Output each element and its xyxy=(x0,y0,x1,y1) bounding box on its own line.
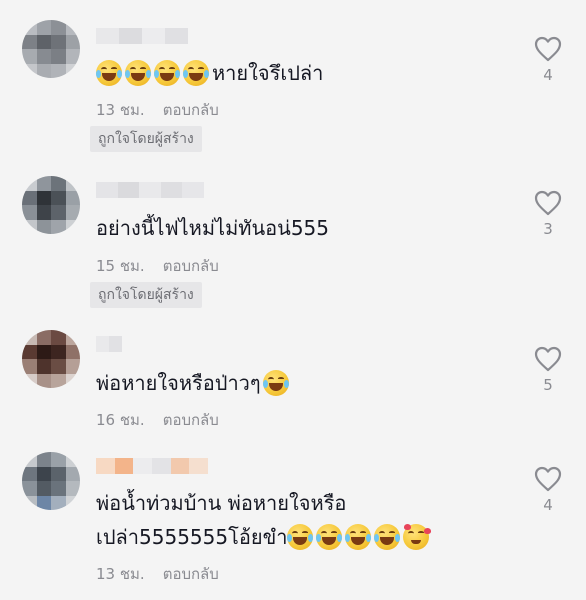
heart-outline-icon xyxy=(534,466,562,492)
liked-by-creator-badge: ถูกใจโดยผู้สร้าง xyxy=(90,126,202,152)
reply-button[interactable]: ตอบกลับ xyxy=(163,411,219,429)
comment-text: เปล่า5555555โอ้ยขำ xyxy=(96,522,432,552)
heart-outline-icon xyxy=(534,36,562,62)
avatar[interactable] xyxy=(22,452,80,510)
reply-button[interactable]: ตอบกลับ xyxy=(163,101,219,119)
reply-button[interactable]: ตอบกลับ xyxy=(163,257,219,275)
like-count: 4 xyxy=(543,496,553,514)
username-blurred[interactable] xyxy=(96,182,204,198)
face-with-tears-of-joy-icon xyxy=(345,524,372,550)
like-count: 4 xyxy=(543,66,553,84)
comment-time: 13 ชม. xyxy=(96,565,145,583)
username-blurred[interactable] xyxy=(96,28,188,44)
like-button[interactable]: 4 xyxy=(532,466,564,514)
liked-by-creator-badge: ถูกใจโดยผู้สร้าง xyxy=(90,282,202,308)
face-with-tears-of-joy-icon xyxy=(316,524,343,550)
comment-meta: 13 ชม. ตอบกลับ xyxy=(96,98,219,122)
comment-meta: 15 ชม. ตอบกลับ xyxy=(96,254,219,278)
comment-time: 15 ชม. xyxy=(96,257,145,275)
face-with-tears-of-joy-icon xyxy=(125,60,151,86)
heart-outline-icon xyxy=(534,190,562,216)
like-count: 3 xyxy=(543,220,553,238)
face-with-tears-of-joy-icon xyxy=(262,370,289,396)
comment-time: 13 ชม. xyxy=(96,101,145,119)
avatar[interactable] xyxy=(22,20,80,78)
comment-time: 16 ชม. xyxy=(96,411,145,429)
smiling-face-with-hearts-icon xyxy=(403,524,432,550)
comment-text-line2: เปล่า5555555โอ้ยขำ xyxy=(96,525,288,549)
comment-text-line1: พ่อน้ำท่วมบ้าน พ่อหายใจหรือ xyxy=(96,491,347,515)
face-with-tears-of-joy-icon xyxy=(287,524,314,550)
like-button[interactable]: 3 xyxy=(532,190,564,238)
avatar[interactable] xyxy=(22,176,80,234)
comment-text-body: พ่อหายใจหรือป่าวๆ xyxy=(96,371,261,395)
avatar[interactable] xyxy=(22,330,80,388)
like-button[interactable]: 5 xyxy=(532,346,564,394)
username-blurred[interactable] xyxy=(96,458,209,474)
face-with-tears-of-joy-icon xyxy=(96,60,122,86)
face-with-tears-of-joy-icon xyxy=(374,524,401,550)
username-blurred[interactable] xyxy=(96,336,122,352)
comment-text: อย่างนี้ไฟไหม่ไม่ทันอน่555 xyxy=(96,216,329,240)
comment-text: หายใจรึเปล่า xyxy=(96,58,323,88)
heart-outline-icon xyxy=(534,346,562,372)
comment-meta: 16 ชม. ตอบกลับ xyxy=(96,408,219,432)
comment-text-body: หายใจรึเปล่า xyxy=(212,61,324,85)
face-with-tears-of-joy-icon xyxy=(183,60,209,86)
comment-text: พ่อน้ำท่วมบ้าน พ่อหายใจหรือ xyxy=(96,488,346,518)
comment-text: พ่อหายใจหรือป่าวๆ xyxy=(96,368,292,398)
comment-meta: 13 ชม. ตอบกลับ xyxy=(96,562,219,586)
reply-button[interactable]: ตอบกลับ xyxy=(163,565,219,583)
like-count: 5 xyxy=(543,376,553,394)
like-button[interactable]: 4 xyxy=(532,36,564,84)
face-with-tears-of-joy-icon xyxy=(154,60,180,86)
